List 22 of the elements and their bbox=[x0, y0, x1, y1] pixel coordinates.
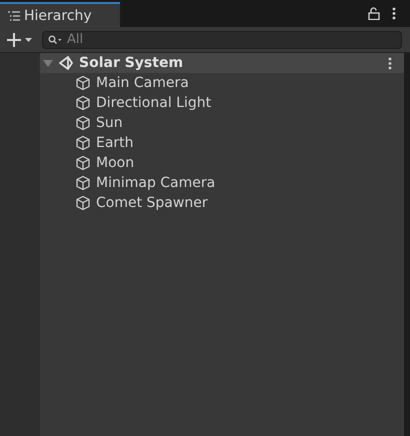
cube-icon bbox=[75, 175, 91, 191]
list-icon bbox=[8, 10, 20, 20]
cube-icon bbox=[75, 95, 91, 111]
hierarchy-item[interactable]: Sun bbox=[40, 113, 404, 133]
scene-row[interactable]: Solar System bbox=[40, 53, 404, 73]
cube-icon bbox=[75, 115, 91, 131]
hierarchy-item[interactable]: Directional Light bbox=[40, 93, 404, 113]
search-field[interactable]: All bbox=[42, 30, 402, 48]
more-icon[interactable] bbox=[392, 7, 396, 20]
cube-icon bbox=[75, 135, 91, 151]
cube-icon bbox=[75, 75, 91, 91]
add-dropdown-icon[interactable] bbox=[6, 32, 34, 48]
cube-icon bbox=[75, 195, 91, 211]
more-icon[interactable] bbox=[388, 56, 392, 70]
lock-icon[interactable] bbox=[368, 7, 380, 20]
hierarchy-item[interactable]: Moon bbox=[40, 153, 404, 173]
hierarchy-item[interactable]: Minimap Camera bbox=[40, 173, 404, 193]
cube-icon bbox=[75, 155, 91, 171]
hierarchy-item[interactable]: Comet Spawner bbox=[40, 193, 404, 213]
hierarchy-item[interactable]: Earth bbox=[40, 133, 404, 153]
hierarchy-tab[interactable]: Hierarchy bbox=[0, 2, 120, 27]
hierarchy-item[interactable]: Main Camera bbox=[40, 73, 404, 93]
